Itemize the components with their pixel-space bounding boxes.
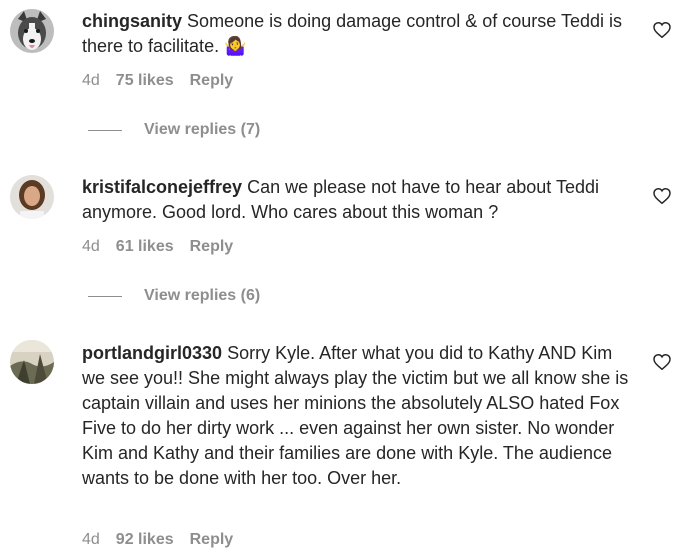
woman-avatar-image	[10, 175, 54, 219]
avatar[interactable]	[10, 9, 54, 53]
comment-age: 4d	[82, 531, 100, 548]
comment-age: 4d	[82, 238, 100, 255]
heart-icon[interactable]	[653, 353, 671, 371]
comment-body: Sorry Kyle. After what you did to Kathy …	[82, 343, 629, 488]
husky-avatar-image	[10, 9, 54, 53]
comment-meta: 4d 61 likes Reply	[82, 238, 233, 256]
like-count[interactable]: 92 likes	[116, 531, 174, 549]
comment-username[interactable]: kristifalconejeffrey	[82, 177, 242, 197]
like-count[interactable]: 75 likes	[116, 72, 174, 90]
view-replies-label[interactable]: View replies (7)	[144, 121, 260, 139]
landscape-avatar-image	[10, 340, 54, 384]
view-replies-button[interactable]: View replies (7)	[88, 121, 260, 139]
comment-meta: 4d 75 likes Reply	[82, 72, 233, 90]
comment-age: 4d	[82, 72, 100, 89]
reply-button[interactable]: Reply	[190, 238, 234, 256]
divider-line	[88, 129, 122, 131]
like-count[interactable]: 61 likes	[116, 238, 174, 256]
comment-text: kristifalconejeffrey Can we please not h…	[82, 175, 630, 225]
comment-username[interactable]: portlandgirl0330	[82, 343, 222, 363]
view-replies-label[interactable]: View replies (6)	[144, 287, 260, 305]
heart-icon[interactable]	[653, 187, 671, 205]
comment-text: portlandgirl0330 Sorry Kyle. After what …	[82, 341, 630, 491]
view-replies-button[interactable]: View replies (6)	[88, 287, 260, 305]
comment-text: chingsanity Someone is doing damage cont…	[82, 9, 630, 59]
avatar[interactable]	[10, 175, 54, 219]
comment-username[interactable]: chingsanity	[82, 11, 182, 31]
divider-line	[88, 295, 122, 297]
comment-meta: 4d 92 likes Reply	[82, 531, 233, 549]
reply-button[interactable]: Reply	[190, 72, 234, 90]
reply-button[interactable]: Reply	[190, 531, 234, 549]
heart-icon[interactable]	[653, 21, 671, 39]
avatar[interactable]	[10, 340, 54, 384]
